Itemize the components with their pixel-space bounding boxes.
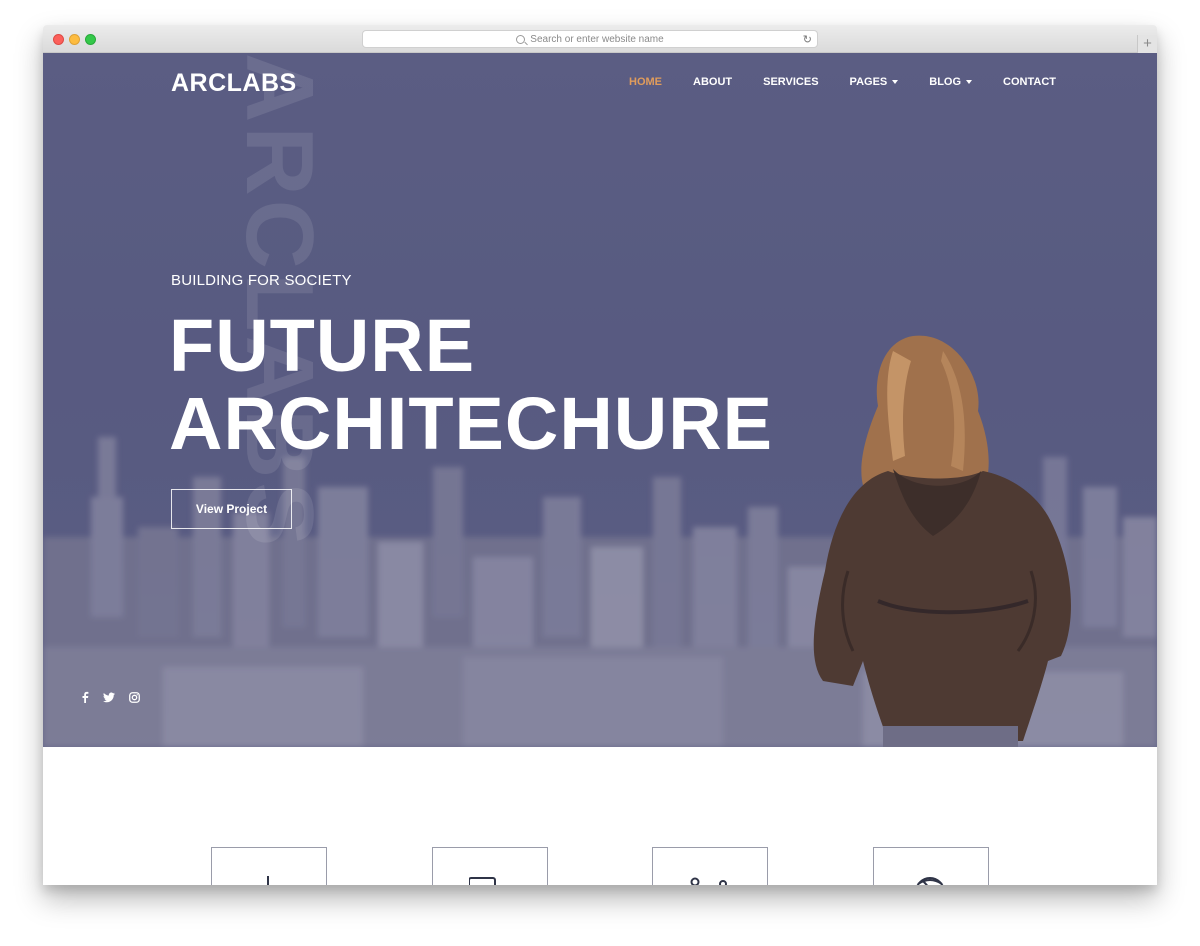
address-bar[interactable]: Search or enter website name ↻ xyxy=(362,30,818,48)
feature-card[interactable] xyxy=(211,847,327,885)
nav-item-label: PAGES xyxy=(849,76,888,88)
minimize-window-button[interactable] xyxy=(69,34,80,45)
address-placeholder: Search or enter website name xyxy=(530,33,664,45)
nav-item-label: BLOG xyxy=(929,76,962,88)
close-window-button[interactable] xyxy=(53,34,64,45)
site-logo[interactable]: ARCLABS xyxy=(171,69,297,98)
browser-window: Search or enter website name ↻ + ARCLABS… xyxy=(43,25,1157,885)
compass-icon xyxy=(690,877,727,885)
nav-item-home[interactable]: HOME xyxy=(629,76,662,88)
nav-item-contact[interactable]: CONTACT xyxy=(1003,76,1056,88)
reload-icon[interactable]: ↻ xyxy=(803,33,812,46)
nav-item-label: HOME xyxy=(629,76,662,88)
twitter-icon[interactable] xyxy=(103,692,115,703)
feature-card[interactable] xyxy=(652,847,768,885)
nav-item-label: SERVICES xyxy=(763,76,819,88)
nav-item-services[interactable]: SERVICES xyxy=(763,76,818,88)
hero-title-line-1: FUTURE xyxy=(169,304,476,387)
caret-down-icon xyxy=(966,80,973,84)
hero-title: FUTURE ARCHITECHURE xyxy=(169,307,773,463)
caret-down-icon xyxy=(892,80,899,84)
hero-section: ARCLABS ARCLABS HOME ABOUT SERVICES PAGE… xyxy=(43,53,1157,747)
search-icon xyxy=(516,34,526,44)
hero-title-line-2: ARCHITECHURE xyxy=(169,382,773,465)
globe-icon xyxy=(916,877,944,885)
maximize-window-button[interactable] xyxy=(85,34,96,45)
instagram-icon[interactable] xyxy=(129,691,140,703)
nav-item-label: CONTACT xyxy=(1003,76,1056,88)
pen-tool-icon xyxy=(267,876,269,885)
logo-watermark: ARCLABS xyxy=(226,53,333,551)
social-links xyxy=(81,691,140,703)
feature-card[interactable] xyxy=(873,847,989,885)
hero-eyebrow: BUILDING FOR SOCIETY xyxy=(171,272,352,289)
view-project-button[interactable]: View Project xyxy=(171,489,292,529)
browser-titlebar: Search or enter website name ↻ + xyxy=(43,25,1157,53)
main-nav: HOME ABOUT SERVICES PAGES BLOG CONTACT xyxy=(629,76,1087,88)
feature-card[interactable] xyxy=(432,847,548,885)
monitor-icon xyxy=(469,877,496,885)
woman-photo xyxy=(813,335,1071,747)
nav-item-about[interactable]: ABOUT xyxy=(693,76,732,88)
facebook-icon[interactable] xyxy=(81,691,89,703)
features-section xyxy=(43,747,1157,885)
nav-item-blog[interactable]: BLOG xyxy=(929,76,973,88)
nav-item-pages[interactable]: PAGES xyxy=(850,76,899,88)
nav-item-label: ABOUT xyxy=(693,76,733,88)
new-tab-button[interactable]: + xyxy=(1137,35,1157,53)
